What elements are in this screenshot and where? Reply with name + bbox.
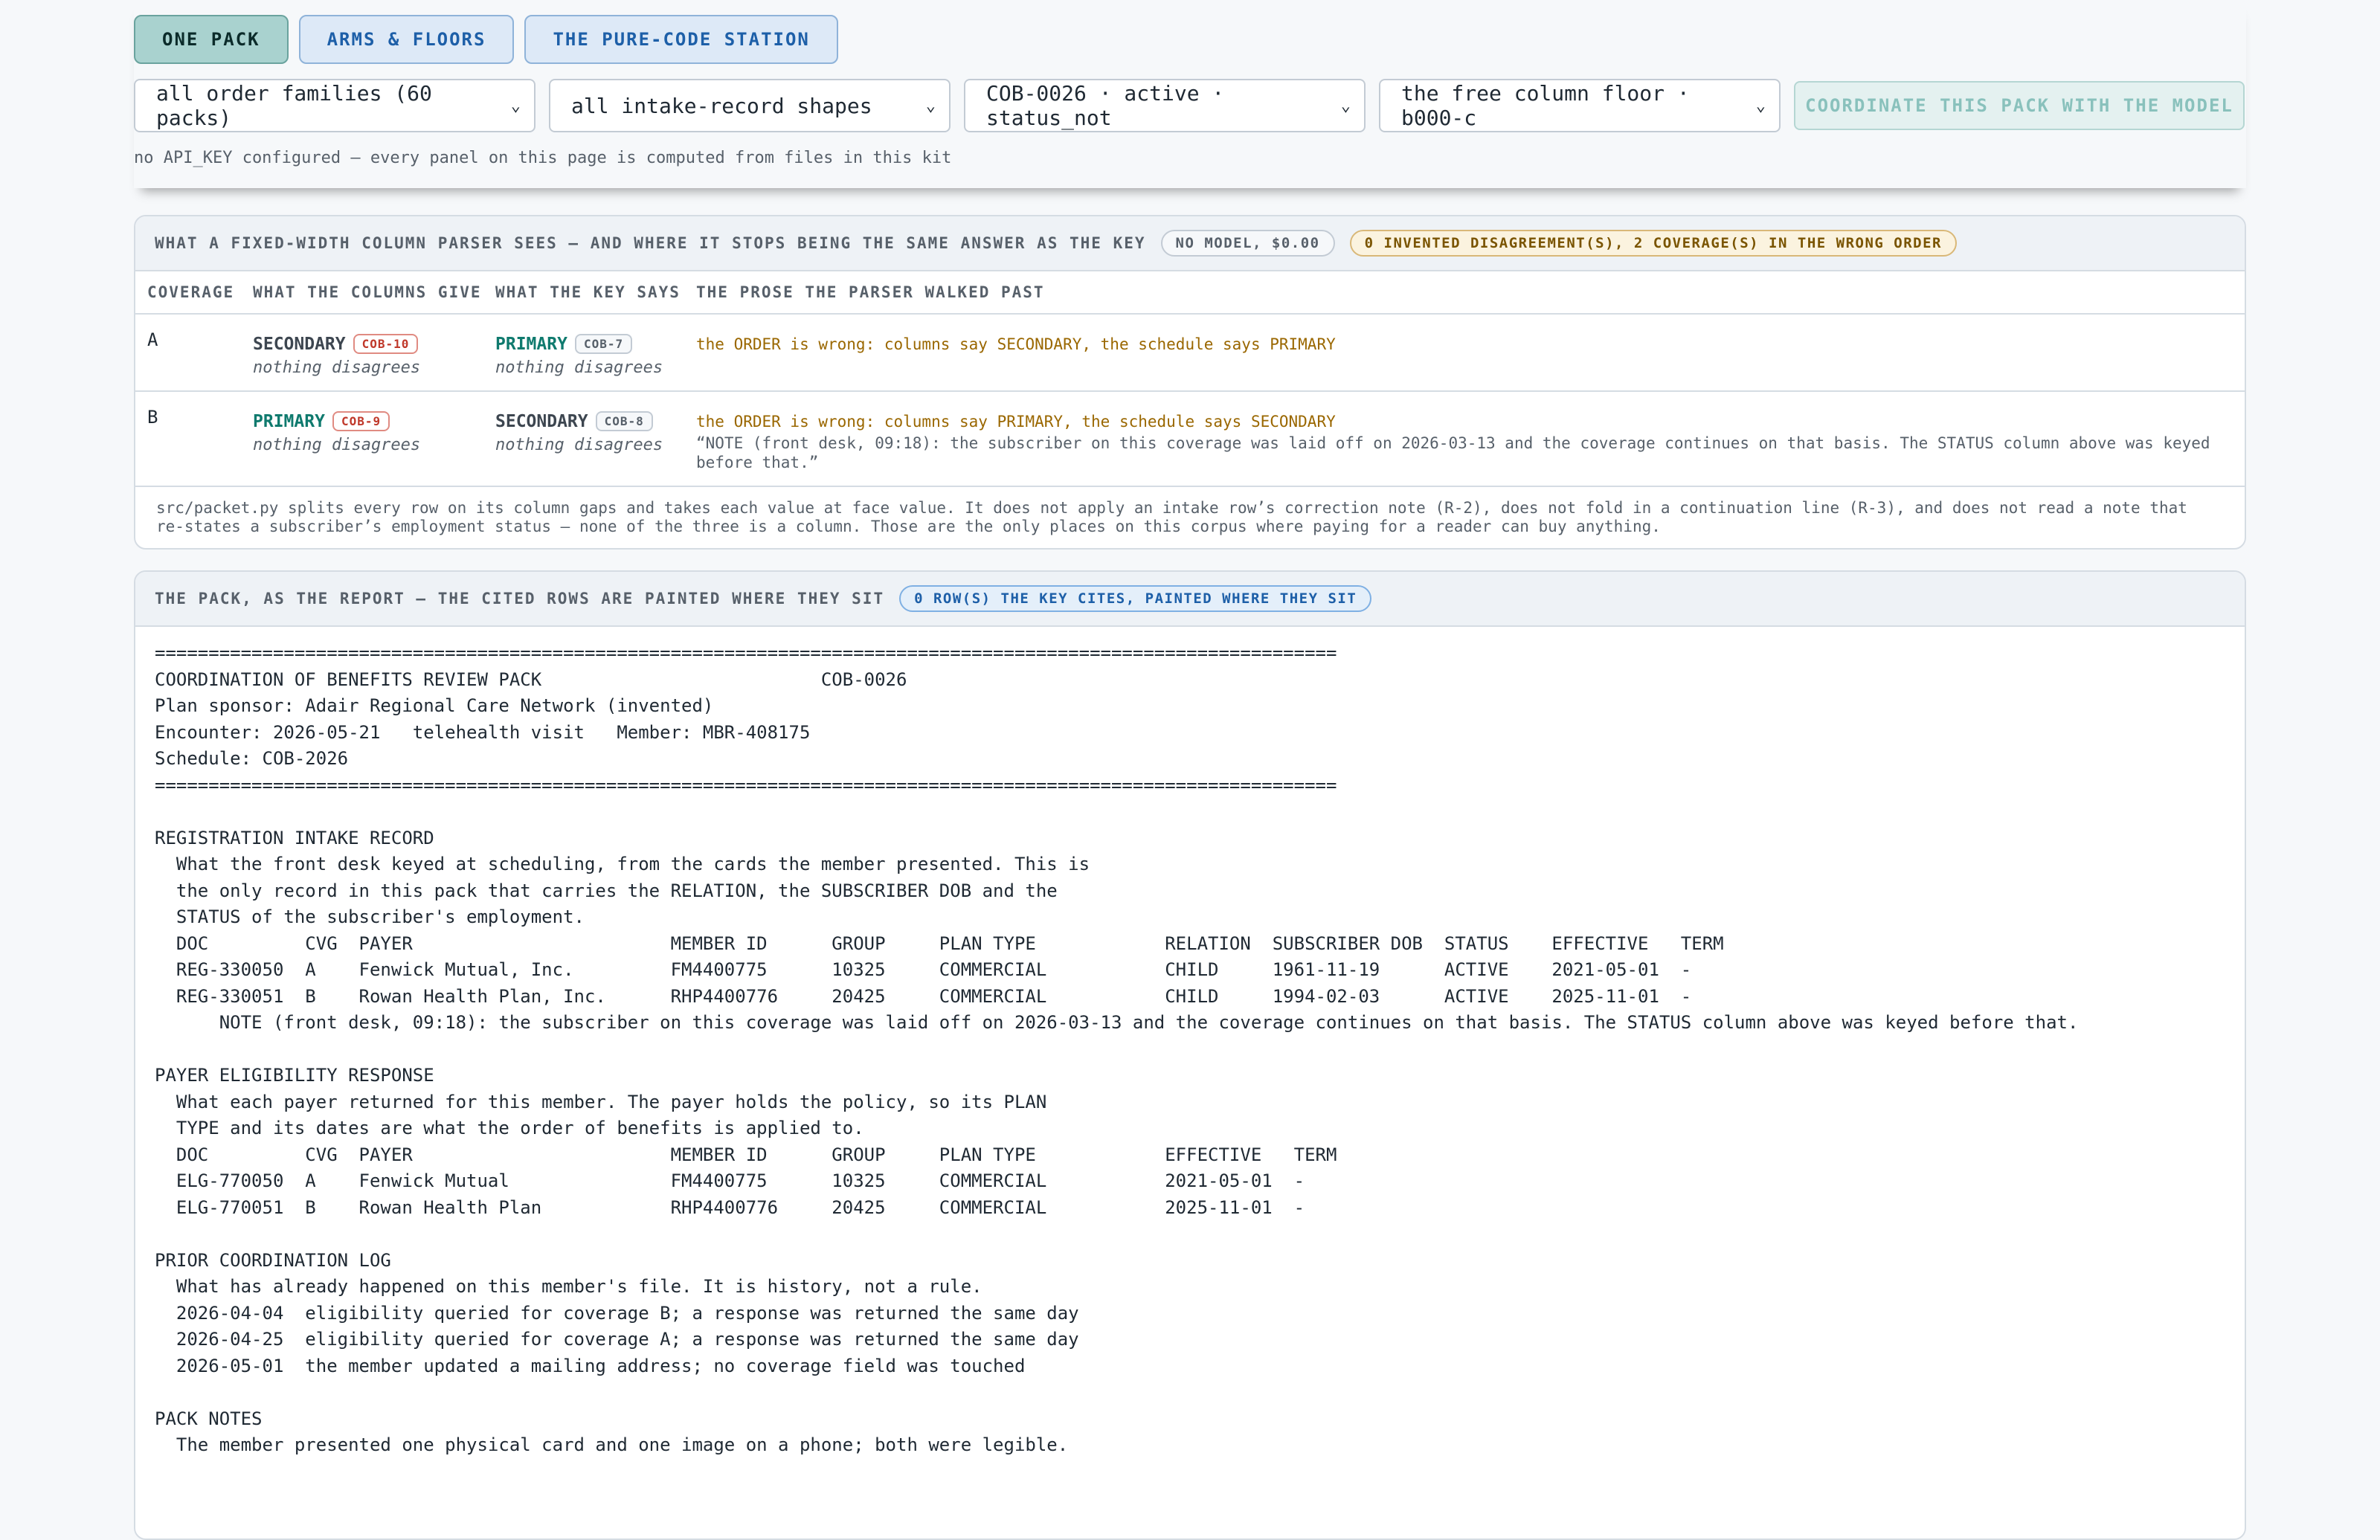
key-order: SECONDARY (495, 411, 588, 431)
report-line: What each payer returned for this member… (155, 1091, 1047, 1112)
parser-footnote: src/packet.py splits every row on its co… (156, 499, 2187, 535)
report-panel-header: THE PACK, AS THE REPORT — THE CITED ROWS… (135, 572, 2245, 627)
coverage-label: A (147, 329, 158, 350)
report-line: REG-330050 A Fenwick Mutual, Inc. FM4400… (155, 959, 1692, 980)
key-rule-tag: COB-7 (574, 334, 633, 354)
report-line: 2026-04-25 eligibility queried for cover… (155, 1329, 1079, 1350)
columns-order: SECONDARY (253, 334, 346, 354)
parser-panel-header: WHAT A FIXED-WIDTH COLUMN PARSER SEES — … (135, 216, 2245, 271)
key-value: PRIMARY COB-7 (495, 334, 686, 354)
report-line: STATUS of the subscriber's employment. (155, 906, 585, 927)
key-value: SECONDARY COB-8 (495, 411, 686, 431)
key-sub: nothing disagrees (495, 358, 663, 377)
key-rule-tag: COB-8 (595, 411, 653, 431)
key-order: PRIMARY (495, 334, 567, 354)
coordinate-pack-button[interactable]: COORDINATE THIS PACK WITH THE MODEL (1794, 81, 2245, 130)
chevron-down-icon: ⌄ (1340, 96, 1351, 115)
report-line: ELG-770050 A Fenwick Mutual FM4400775 10… (155, 1170, 1305, 1191)
report-line: DOC CVG PAYER MEMBER ID GROUP PLAN TYPE … (155, 1144, 1337, 1165)
order-wrong-text: the ORDER is wrong: columns say PRIMARY,… (696, 413, 1336, 431)
report-panel-title: THE PACK, AS THE REPORT — THE CITED ROWS… (155, 590, 885, 608)
walked-past-note: “NOTE (front desk, 09:18): the subscribe… (696, 434, 2210, 471)
table-row: B PRIMARY COB-9 nothing disagrees SECOND… (135, 392, 2245, 487)
chevron-down-icon: ⌄ (925, 96, 936, 115)
floor-select[interactable]: the free column floor · b000-c ⌄ (1379, 79, 1781, 132)
key-sub: nothing disagrees (495, 436, 663, 454)
tab-pure-code-station[interactable]: THE PURE-CODE STATION (524, 15, 838, 64)
parser-panel-title: WHAT A FIXED-WIDTH COLUMN PARSER SEES — … (155, 234, 1146, 252)
report-panel: THE PACK, AS THE REPORT — THE CITED ROWS… (134, 570, 2246, 1540)
chevron-down-icon: ⌄ (1755, 96, 1766, 115)
report-line: the only record in this pack that carrie… (155, 880, 1058, 901)
column-header-key: WHAT THE KEY SAYS (495, 283, 681, 301)
columns-rule-tag: COB-9 (332, 411, 390, 431)
report-line: ========================================… (155, 642, 1337, 663)
columns-cell: PRIMARY COB-9 nothing disagrees (242, 407, 485, 472)
columns-cell: SECONDARY COB-10 nothing disagrees (242, 329, 485, 377)
report-line (155, 799, 2225, 825)
chevron-down-icon: ⌄ (510, 96, 521, 115)
report-line: ELG-770051 B Rowan Health Plan RHP440077… (155, 1196, 1305, 1218)
report-line: REG-330051 B Rowan Health Plan, Inc. RHP… (155, 985, 1692, 1007)
prose-cell: the ORDER is wrong: columns say SECONDAR… (686, 329, 2245, 377)
app: ONE PACK ARMS & FLOORS THE PURE-CODE STA… (134, 0, 2246, 1540)
report-line: COORDINATION OF BENEFITS REVIEW PACK COB… (155, 668, 907, 690)
tab-bar: ONE PACK ARMS & FLOORS THE PURE-CODE STA… (134, 15, 2246, 64)
coverage-label: B (147, 407, 158, 428)
report-line: 2026-05-01 the member updated a mailing … (155, 1355, 1026, 1376)
report-line (155, 1037, 2225, 1063)
report-line: PACK NOTES (155, 1408, 263, 1429)
tab-arms-floors[interactable]: ARMS & FLOORS (298, 15, 515, 64)
report-line (155, 1221, 2225, 1248)
columns-sub: nothing disagrees (253, 358, 421, 377)
columns-sub: nothing disagrees (253, 436, 421, 454)
key-cell: SECONDARY COB-8 nothing disagrees (485, 407, 686, 472)
report-line: DOC CVG PAYER MEMBER ID GROUP PLAN TYPE … (155, 932, 1724, 954)
report-line: TYPE and its dates are what the order of… (155, 1118, 864, 1138)
controls-row: all order families (60 packs) ⌄ all inta… (134, 79, 2246, 132)
cited-rows-badge: 0 ROW(S) THE KEY CITES, PAINTED WHERE TH… (899, 585, 1372, 612)
column-header-prose: THE PROSE THE PARSER WALKED PAST (696, 283, 1045, 301)
columns-order: PRIMARY (253, 411, 325, 431)
intake-shape-select[interactable]: all intake-record shapes ⌄ (549, 79, 951, 132)
columns-rule-tag: COB-10 (353, 334, 419, 354)
api-key-note: no API_KEY configured — every panel on t… (134, 149, 952, 167)
order-family-select-value: all order families (60 packs) (156, 81, 432, 130)
report-line: 2026-04-04 eligibility queried for cover… (155, 1302, 1079, 1324)
columns-value: SECONDARY COB-10 (253, 334, 485, 354)
report-line: What the front desk keyed at scheduling,… (155, 854, 1090, 874)
prose-cell: the ORDER is wrong: columns say PRIMARY,… (686, 407, 2245, 472)
tab-one-pack[interactable]: ONE PACK (134, 15, 289, 64)
toolbar: ONE PACK ARMS & FLOORS THE PURE-CODE STA… (134, 0, 2246, 188)
pack-report: ========================================… (135, 627, 2245, 1459)
report-line (155, 1379, 2225, 1406)
columns-value: PRIMARY COB-9 (253, 411, 485, 431)
report-line: Encounter: 2026-05-21 telehealth visit M… (155, 721, 811, 743)
report-line: PAYER ELIGIBILITY RESPONSE (155, 1065, 434, 1086)
result-badge: 0 INVENTED DISAGREEMENT(S), 2 COVERAGE(S… (1349, 230, 1957, 257)
report-line: Schedule: COB-2026 (155, 748, 349, 769)
parser-panel: WHAT A FIXED-WIDTH COLUMN PARSER SEES — … (134, 215, 2246, 550)
order-wrong-text: the ORDER is wrong: columns say SECONDAR… (696, 335, 1336, 353)
report-line: ========================================… (155, 774, 1337, 796)
parser-table-header: COVERAGE WHAT THE COLUMNS GIVE WHAT THE … (135, 271, 2245, 315)
report-line: Plan sponsor: Adair Regional Care Networ… (155, 695, 714, 716)
report-line: NOTE (front desk, 09:18): the subscriber… (155, 1012, 2079, 1033)
column-header-columns: WHAT THE COLUMNS GIVE (253, 283, 482, 301)
pack-select-value: COB-0026 · active · status_not (986, 81, 1225, 130)
order-family-select[interactable]: all order families (60 packs) ⌄ (134, 79, 536, 132)
pack-select[interactable]: COB-0026 · active · status_not ⌄ (964, 79, 1366, 132)
intake-shape-select-value: all intake-record shapes (571, 93, 872, 118)
key-cell: PRIMARY COB-7 nothing disagrees (485, 329, 686, 377)
report-line: What has already happened on this member… (155, 1276, 982, 1297)
report-line: REGISTRATION INTAKE RECORD (155, 827, 434, 848)
report-line: The member presented one physical card a… (155, 1434, 1069, 1455)
floor-select-value: the free column floor · b000-c (1401, 81, 1690, 130)
table-row: A SECONDARY COB-10 nothing disagrees PRI… (135, 315, 2245, 392)
report-line: PRIOR COORDINATION LOG (155, 1249, 391, 1271)
column-header-coverage: COVERAGE (147, 283, 235, 301)
cost-badge: NO MODEL, $0.00 (1160, 230, 1335, 257)
